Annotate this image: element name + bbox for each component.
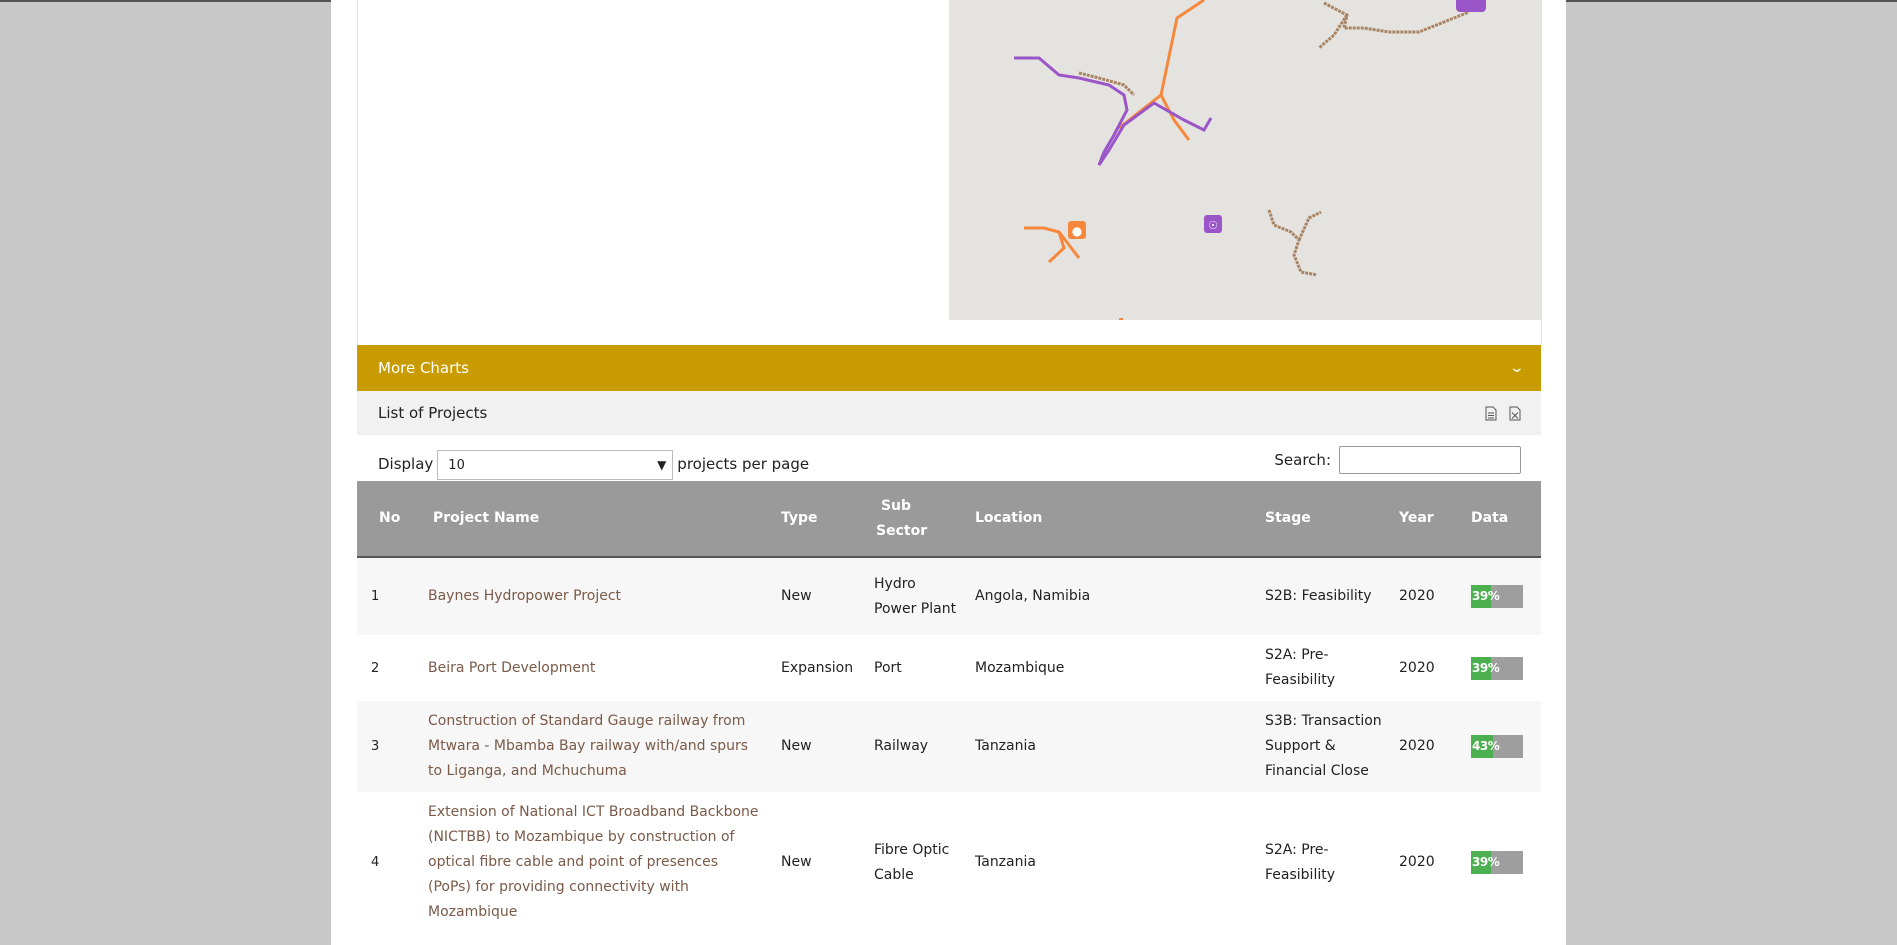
col-header-sub-sector[interactable]: Sub Sector — [866, 481, 967, 558]
col-header-data[interactable]: Data — [1463, 481, 1541, 558]
cell-year: 2020 — [1391, 701, 1463, 792]
search-label: Search: — [1274, 451, 1331, 469]
table-body: 1 Baynes Hydropower Project New Hydro Power… — [357, 557, 1541, 933]
data-progress-label: 39% — [1472, 660, 1500, 675]
cell-no: 4 — [357, 792, 420, 933]
map-marker-ict-glyph: ☉ — [1208, 219, 1218, 232]
cell-data: 43% — [1463, 701, 1541, 792]
projects-table: No Project Name Type Sub Sector Location… — [357, 481, 1541, 933]
cell-project-name[interactable]: Beira Port Development — [420, 635, 773, 701]
cell-data: 39% — [1463, 557, 1541, 635]
search-control: Search: — [1274, 446, 1521, 474]
col-header-stage[interactable]: Stage — [1247, 481, 1391, 558]
table-row[interactable]: 3 Construction of Standard Gauge railway … — [357, 701, 1541, 792]
data-progress-bar: 39% — [1471, 851, 1523, 874]
cell-project-name[interactable]: Construction of Standard Gauge railway f… — [420, 701, 773, 792]
table-controls: Display 10 ▼ projects per page Search: — [357, 435, 1541, 481]
display-label: Display — [378, 455, 434, 473]
map-panel: ● ☉ — [949, 0, 1542, 345]
chart-panel-left — [357, 0, 951, 345]
data-progress-label: 39% — [1472, 855, 1500, 869]
cell-type: New — [773, 557, 866, 635]
cell-sub-sector: Fibre Optic Cable — [866, 792, 967, 933]
document-icon[interactable] — [1485, 406, 1497, 421]
cell-type: New — [773, 792, 866, 933]
map-route-orange — [1159, 94, 1191, 141]
table-row[interactable]: 1 Baynes Hydropower Project New Hydro Power… — [357, 557, 1541, 635]
cell-year: 2020 — [1391, 792, 1463, 933]
map-routes: ● ☉ — [1014, 0, 1486, 320]
cell-stage: S3B: Transaction Support & Financial Clo… — [1247, 701, 1391, 792]
data-progress-label: 43% — [1472, 739, 1500, 753]
search-input[interactable] — [1339, 446, 1521, 474]
cell-data: 39% — [1463, 635, 1541, 701]
cell-data: 39% — [1463, 792, 1541, 933]
cell-stage: S2B: Feasibility — [1247, 557, 1391, 635]
data-progress-label: 39% — [1472, 589, 1500, 603]
cell-location: Mozambique — [967, 635, 1247, 701]
cell-project-name[interactable]: Baynes Hydropower Project — [420, 557, 773, 635]
page-size-control: Display 10 ▼ projects per page — [378, 448, 809, 480]
per-page-select[interactable]: 10 ▼ — [437, 450, 674, 480]
cell-type: New — [773, 701, 866, 792]
table-row[interactable]: 2 Beira Port Development Expansion Port Moza… — [357, 635, 1541, 701]
map-route-brown — [1297, 210, 1322, 241]
export-actions — [1485, 406, 1521, 421]
col-header-project-name[interactable]: Project Name — [420, 481, 773, 558]
list-of-projects-header: List of Projects — [357, 391, 1541, 435]
cell-location: Tanzania — [967, 701, 1247, 792]
page-container: ● ☉ More Charts ⌄ List of Projects Displ… — [331, 0, 1566, 945]
cell-no: 1 — [357, 557, 420, 635]
table-row[interactable]: 4 Extension of National ICT Broadband Bac… — [357, 792, 1541, 933]
cell-year: 2020 — [1391, 557, 1463, 635]
cell-sub-sector: Port — [866, 635, 967, 701]
cell-stage: S2A: Pre-Feasibility — [1247, 635, 1391, 701]
map-marker-energy-glyph: ● — [1072, 224, 1082, 238]
cell-sub-sector: Hydro Power Plant — [866, 557, 967, 635]
cell-location: Angola, Namibia — [967, 557, 1247, 635]
data-progress-bar: 39% — [1471, 656, 1523, 680]
col-header-sub-sector-label: Sub Sector — [876, 497, 928, 539]
more-charts-bar[interactable]: More Charts ⌄ — [357, 345, 1541, 391]
map-marker-bottom-edge — [1119, 318, 1123, 320]
col-header-location[interactable]: Location — [967, 481, 1247, 558]
map-route-brown — [1318, 14, 1349, 50]
cell-sub-sector: Railway — [866, 701, 967, 792]
col-header-no[interactable]: No — [357, 481, 420, 558]
cell-location: Tanzania — [967, 792, 1247, 933]
cell-year: 2020 — [1391, 635, 1463, 701]
col-header-type[interactable]: Type — [773, 481, 866, 558]
col-header-year[interactable]: Year — [1391, 481, 1463, 558]
project-map[interactable]: ● ☉ — [949, 0, 1541, 320]
cell-project-name[interactable]: Extension of National ICT Broadband Back… — [420, 792, 773, 933]
chevron-down-icon[interactable]: ⌄ — [1509, 360, 1525, 376]
data-progress-bar: 39% — [1471, 585, 1523, 608]
per-page-value: 10 — [448, 457, 465, 473]
cell-no: 2 — [357, 635, 420, 701]
cell-stage: S2A: Pre-Feasibility — [1247, 792, 1391, 933]
table-header-row: No Project Name Type Sub Sector Location… — [357, 481, 1541, 558]
list-title: List of Projects — [378, 404, 488, 422]
map-route-purple — [1014, 56, 1213, 166]
cell-type: Expansion — [773, 635, 866, 701]
cell-no: 3 — [357, 701, 420, 792]
excel-icon[interactable] — [1509, 406, 1521, 421]
more-charts-label: More Charts — [378, 359, 469, 377]
per-page-suffix: projects per page — [677, 455, 810, 473]
data-progress-bar: 43% — [1471, 735, 1523, 758]
chevron-down-icon: ▼ — [657, 458, 667, 472]
map-marker-top — [1456, 0, 1486, 12]
